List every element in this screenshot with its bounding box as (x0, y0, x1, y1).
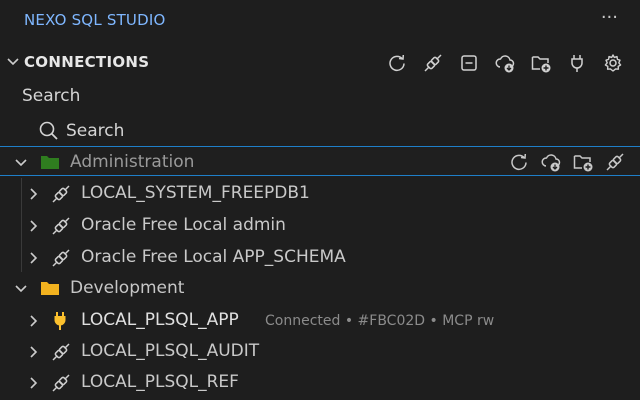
section-title: CONNECTIONS (24, 53, 150, 71)
connection-label: LOCAL_PLSQL_AUDIT (81, 341, 260, 361)
disconnect-icon[interactable] (420, 50, 446, 76)
chevron-right-icon[interactable] (28, 186, 40, 205)
disconnect-icon[interactable] (602, 149, 628, 175)
connection-label: Oracle Free Local APP_SCHEMA (81, 247, 346, 267)
group-label: Administration (70, 152, 195, 172)
tree-connection[interactable]: LOCAL_SYSTEM_FREEPDB1 (0, 178, 640, 208)
disconnected-plug-icon (50, 247, 72, 273)
tree-group-development[interactable]: Development (0, 273, 640, 303)
search-input[interactable] (66, 118, 466, 144)
tree-group-administration[interactable]: Administration (0, 146, 640, 176)
chevron-right-icon[interactable] (28, 344, 40, 363)
folder-icon (40, 280, 60, 300)
group-actions (506, 149, 628, 175)
chevron-down-icon[interactable] (14, 155, 28, 174)
cloud-download-icon[interactable] (492, 50, 518, 76)
chevron-right-icon[interactable] (28, 250, 40, 269)
connection-label: Oracle Free Local admin (81, 215, 286, 235)
chevron-right-icon[interactable] (28, 218, 40, 237)
app-title: NEXO SQL STUDIO (24, 11, 166, 29)
connection-label: LOCAL_SYSTEM_FREEPDB1 (81, 183, 310, 203)
cloud-download-icon[interactable] (538, 149, 564, 175)
chevron-down-icon[interactable] (14, 281, 28, 300)
folder-icon (40, 154, 60, 174)
connection-label: LOCAL_PLSQL_REF (81, 372, 239, 392)
search-label: Search (22, 86, 81, 106)
collapse-all-icon[interactable] (456, 50, 482, 76)
search-icon (38, 120, 60, 146)
plug-icon[interactable] (564, 50, 590, 76)
disconnected-plug-icon (50, 183, 72, 209)
chevron-right-icon[interactable] (28, 313, 40, 332)
connections-section-header[interactable]: CONNECTIONS (0, 46, 640, 78)
group-label: Development (70, 278, 185, 298)
tree-connection-active[interactable]: LOCAL_PLSQL_APP Connected • #FBC02D • MC… (0, 305, 640, 335)
gear-icon[interactable] (600, 50, 626, 76)
disconnected-plug-icon (50, 372, 72, 398)
refresh-icon[interactable] (506, 149, 532, 175)
new-folder-icon[interactable] (528, 50, 554, 76)
connection-label: LOCAL_PLSQL_APP (81, 310, 239, 330)
tree-connection[interactable]: LOCAL_PLSQL_AUDIT (0, 336, 640, 366)
tree-connection[interactable]: LOCAL_PLSQL_REF (0, 367, 640, 397)
title-bar: NEXO SQL STUDIO ··· (0, 0, 640, 42)
ellipsis-icon[interactable]: ··· (601, 7, 618, 28)
chevron-right-icon[interactable] (28, 375, 40, 394)
connected-plug-icon (50, 310, 70, 336)
search-row (0, 116, 640, 146)
disconnected-plug-icon (50, 341, 72, 367)
tree-connection[interactable]: Oracle Free Local admin (0, 210, 640, 240)
chevron-down-icon[interactable] (6, 54, 20, 73)
connection-status: Connected • #FBC02D • MCP rw (265, 313, 495, 329)
new-folder-icon[interactable] (570, 149, 596, 175)
disconnected-plug-icon (50, 215, 72, 241)
refresh-icon[interactable] (384, 50, 410, 76)
tree-connection[interactable]: Oracle Free Local APP_SCHEMA (0, 242, 640, 272)
section-toolbar (384, 50, 626, 76)
